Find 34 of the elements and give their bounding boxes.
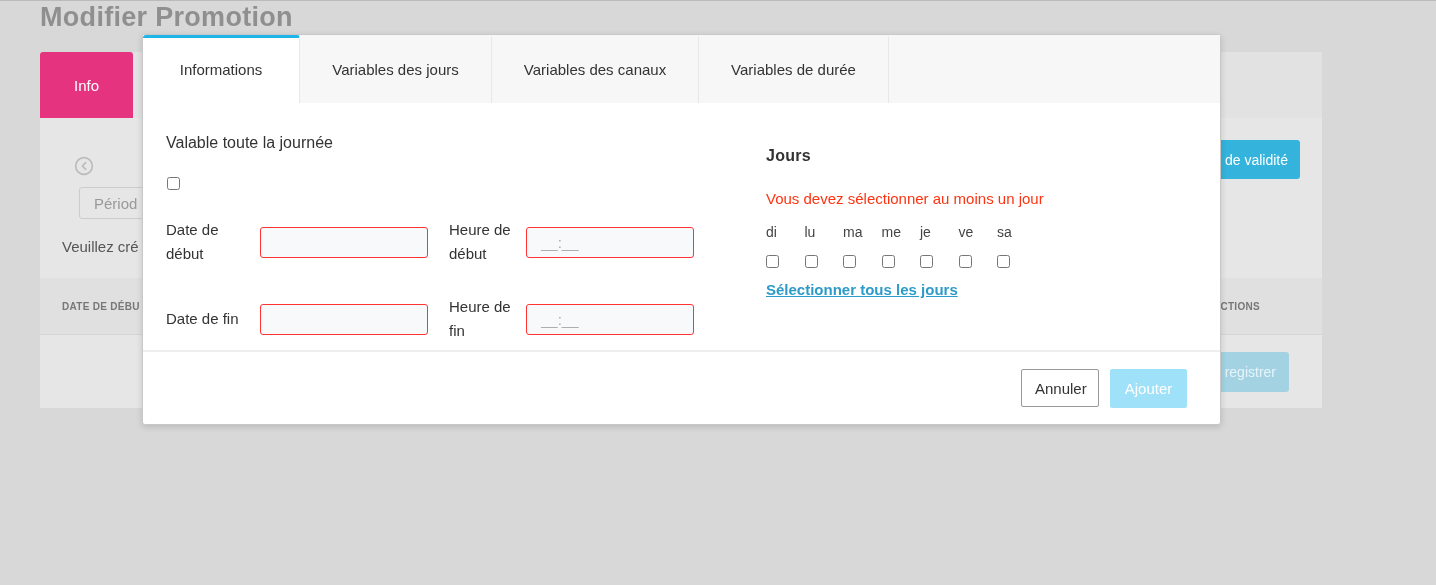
day-label: me	[881, 224, 901, 240]
field-label: Heure de début	[449, 220, 512, 264]
error-message: Vous devez sélectionner au moins un jour	[766, 190, 1044, 207]
day-checkbox[interactable]	[843, 255, 856, 268]
info-tab[interactable]: Info	[40, 52, 133, 118]
day-checkbox[interactable]	[920, 255, 933, 268]
input-field[interactable]: __:__	[526, 303, 694, 335]
input-field[interactable]: __:__	[526, 226, 694, 258]
notice-text: Veuillez cré	[62, 238, 139, 255]
column-header: CTIONS	[1220, 300, 1260, 312]
modal-tab[interactable]: Informations	[143, 35, 300, 103]
day-label: di	[766, 224, 777, 240]
day-checkbox[interactable]	[766, 255, 779, 268]
day-checkbox[interactable]	[997, 255, 1010, 268]
day-label: ma	[843, 224, 863, 240]
day-label: ve	[958, 224, 974, 240]
page-title: Modifier Promotion	[40, 1, 294, 34]
day-label: lu	[804, 224, 816, 240]
day-label: je	[920, 224, 931, 240]
day-label: sa	[997, 224, 1012, 240]
day-checkbox[interactable]	[881, 255, 895, 268]
input-field[interactable]	[260, 303, 428, 335]
day-checkbox[interactable]	[804, 255, 818, 268]
field-label: Heure de fin	[449, 297, 512, 341]
all-day-checkbox[interactable]	[167, 177, 180, 190]
column-header: DATE DE DÉBU	[62, 300, 140, 312]
field-label: Date de fin	[166, 309, 240, 329]
input-field[interactable]	[260, 226, 428, 258]
day-checkbox[interactable]	[958, 255, 972, 268]
all-day-label: Valable toute la journée	[166, 134, 334, 152]
days-heading: Jours	[766, 147, 812, 165]
select-all-link[interactable]: Sélectionner tous les jours	[766, 281, 958, 298]
field-label: Date de début	[166, 220, 220, 264]
cancel-button[interactable]: Annuler	[1021, 369, 1099, 407]
